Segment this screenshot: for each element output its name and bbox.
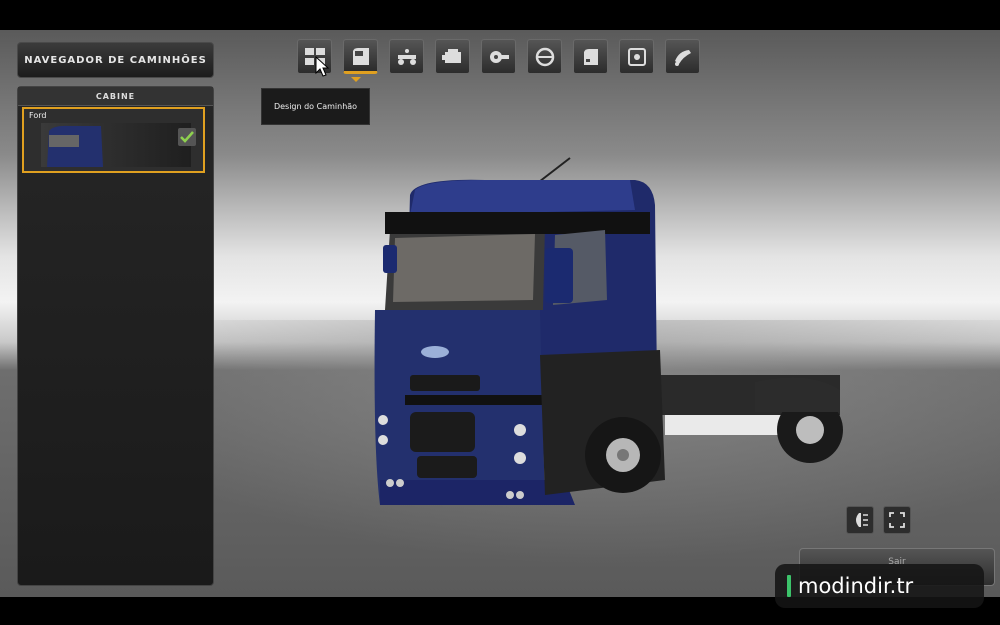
cabin-icon <box>353 48 369 65</box>
truck-model[interactable] <box>365 150 855 510</box>
transmission-icon <box>490 51 509 63</box>
truck-browser-title: NAVEGADOR DE CAMINHÕES <box>17 42 214 78</box>
accessories-icon <box>628 48 646 66</box>
interior-icon <box>535 47 555 67</box>
expand-icon <box>889 512 905 528</box>
headlights-toggle-button[interactable] <box>846 506 874 534</box>
engine-icon <box>442 49 461 63</box>
watermark: modindir.tr <box>775 564 984 608</box>
cabin-button[interactable] <box>343 39 378 74</box>
truck-browser-panel: CABINE Ford <box>17 86 214 586</box>
chassis-button[interactable] <box>389 39 424 74</box>
paint-icon <box>675 50 691 66</box>
cabin-option-label: Ford <box>29 111 47 120</box>
watermark-bar <box>787 575 791 597</box>
cabin-thumbnail <box>41 123 191 167</box>
watermark-text: modindir.tr <box>798 574 914 598</box>
lights-icon <box>584 49 598 65</box>
interior-button[interactable] <box>527 39 562 74</box>
transmission-button[interactable] <box>481 39 516 74</box>
section-header-cabin: CABINE <box>18 87 213 106</box>
cabin-option-ford[interactable]: Ford <box>22 107 205 173</box>
check-icon <box>178 128 196 146</box>
selected-tool-marker <box>351 77 361 82</box>
cursor-pointer-icon <box>315 56 330 77</box>
customization-toolbar <box>297 39 700 75</box>
accessories-button[interactable] <box>619 39 654 74</box>
headlight-icon <box>856 513 868 527</box>
letterbox-top <box>0 0 1000 30</box>
fullscreen-button[interactable] <box>883 506 911 534</box>
lights-button[interactable] <box>573 39 608 74</box>
paint-button[interactable] <box>665 39 700 74</box>
engine-button[interactable] <box>435 39 470 74</box>
chassis-icon <box>398 49 416 65</box>
tooltip-truck-design: Design do Caminhão <box>261 88 370 125</box>
